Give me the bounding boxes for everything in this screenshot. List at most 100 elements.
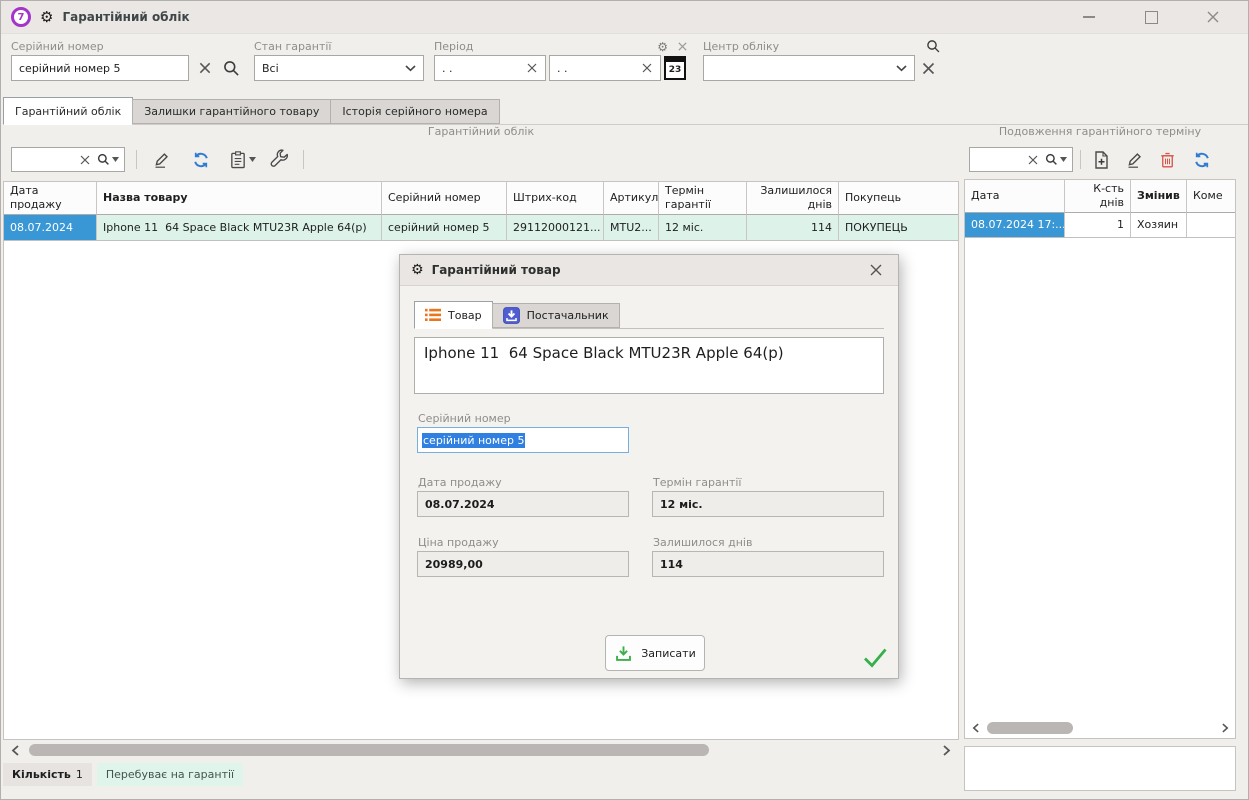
save-icon [614,644,633,663]
cell-barcode[interactable]: 29112000121... [507,215,604,241]
column-header-serial[interactable]: Серійний номер [382,182,507,215]
days-left-value: 114 [660,558,683,571]
cell-buyer[interactable]: ПОКУПЕЦЬ [839,215,958,241]
edit-button[interactable] [148,147,174,173]
center-search-icon[interactable] [926,39,941,54]
dialog-close-button[interactable] [865,259,887,281]
days-left-label: Залишилося днів [653,536,752,549]
cell-sale-date[interactable]: 08.07.2024 [4,215,97,241]
delete-extension-button[interactable] [1154,147,1180,173]
status-bar: Кількість 1 Перебуває на гарантії [3,763,243,786]
cell-comment[interactable] [1187,213,1235,238]
clear-x-icon[interactable] [1027,154,1039,166]
period-from-input[interactable]: . . [434,55,546,81]
warranty-status-text: Перебуває на гарантії [106,768,234,781]
dialog-tab-product[interactable]: Товар [414,301,493,329]
clear-x-icon [198,61,212,75]
tab-label: Історія серійного номера [342,105,487,118]
count-chip: Кількість 1 [3,763,92,786]
extension-panel: Подовження гарантійного терміну [964,125,1236,791]
clear-x-icon [526,62,538,74]
column-header-article[interactable]: Артикул [604,182,659,215]
table-row[interactable]: 08.07.2024 Iphone 11 64 Space Black MTU2… [4,215,958,241]
serial-filter-input[interactable]: серійний номер 5 [11,55,189,81]
column-header-days-count[interactable]: К-сть днів [1065,180,1131,213]
warranty-hscrollbar[interactable] [3,742,959,758]
column-header-comment[interactable]: Коме [1187,180,1235,213]
service-button[interactable] [266,147,292,173]
scrollbar-thumb[interactable] [29,744,709,756]
search-menu-button[interactable] [1045,153,1067,166]
calendar-button[interactable]: 23 [664,56,686,80]
calendar-icon: 23 [666,62,684,78]
cell-term[interactable]: 12 міс. [659,215,747,241]
extension-search-input[interactable] [969,147,1073,172]
report-button[interactable] [226,147,258,173]
add-extension-button[interactable] [1088,147,1114,173]
serial-search-button[interactable] [221,58,241,78]
valid-check-icon [862,647,888,668]
period-clear-icon[interactable] [677,41,688,52]
days-left-field: 114 [652,551,884,577]
save-button[interactable]: Записати [605,635,705,671]
cell-product-name[interactable]: Iphone 11 64 Space Black MTU23R Apple 64… [97,215,382,241]
column-header-term[interactable]: Термін гарантії [659,182,747,215]
column-header-barcode[interactable]: Штрих-код [507,182,604,215]
table-row[interactable]: 08.07.2024 17:... 1 Хозяин [965,213,1235,238]
period-to-value: . . [557,62,568,75]
dialog-tab-supplier[interactable]: Постачальник [492,303,620,328]
center-clear-icon[interactable] [921,61,936,76]
sale-date-label: Дата продажу [418,476,502,489]
column-header-changed-by[interactable]: Змінив [1131,180,1187,213]
tab-serial-history[interactable]: Історія серійного номера [330,99,499,124]
cell-article[interactable]: MTU2... [604,215,659,241]
filter-bar: Серійний номер серійний номер 5 Стан гар… [1,34,1248,96]
tab-warranty-stock[interactable]: Залишки гарантійного товару [132,99,331,124]
tab-warranty-accounting[interactable]: Гарантійний облік [3,97,133,125]
scroll-right-icon[interactable] [939,742,955,758]
column-header-product-name[interactable]: Назва товару [97,182,382,215]
serial-field-input[interactable]: серійний номер 5 [417,427,629,453]
column-header-sale-date[interactable]: Дата продажу [4,182,97,215]
extension-hscrollbar[interactable] [967,719,1233,736]
refresh-extension-button[interactable] [1189,147,1215,173]
title-bar: 7 ⚙ Гарантійний облік [1,1,1248,34]
chevron-down-icon [896,65,907,72]
clear-x-icon[interactable] [79,154,91,166]
app-logo-number: 7 [18,12,25,23]
scroll-left-icon[interactable] [967,720,983,736]
scroll-left-icon[interactable] [7,742,23,758]
cell-days-left[interactable]: 114 [747,215,839,241]
main-tabstrip: Гарантійний облік Залишки гарантійного т… [3,97,1248,125]
edit-extension-button[interactable] [1121,147,1147,173]
cell-date[interactable]: 08.07.2024 17:... [965,213,1065,238]
cell-changed-by[interactable]: Хозяин [1131,213,1187,238]
product-name-field[interactable]: Iphone 11 64 Space Black MTU23R Apple 64… [414,337,884,394]
search-menu-button[interactable] [97,153,119,166]
column-header-buyer[interactable]: Покупець [839,182,958,215]
extension-comment-field[interactable] [964,746,1236,791]
maximize-button[interactable] [1140,6,1162,28]
cell-serial[interactable]: серійний номер 5 [382,215,507,241]
close-button[interactable] [1202,6,1224,28]
warranty-term-field: 12 міс. [652,491,884,517]
refresh-button[interactable] [188,147,214,173]
scroll-right-icon[interactable] [1217,720,1233,736]
serial-clear-button[interactable] [195,58,215,78]
period-to-input[interactable]: . . [549,55,661,81]
search-icon [1045,153,1058,166]
scrollbar-thumb[interactable] [987,722,1073,734]
cell-days-count[interactable]: 1 [1065,213,1131,238]
extension-grid-header: Дата К-сть днів Змінив Коме [965,180,1235,213]
sale-price-field: 20989,00 [417,551,629,577]
center-filter-combo[interactable] [703,55,915,81]
period-settings-icon[interactable]: ⚙ [657,41,668,53]
warranty-toolbar [3,142,959,177]
gear-icon: ⚙ [411,263,424,277]
tab-label: Товар [448,309,482,322]
column-header-days-left[interactable]: Залишилося днів [747,182,839,215]
column-header-date[interactable]: Дата [965,180,1065,213]
state-filter-combo[interactable]: Всі [254,55,424,81]
grid-search-input[interactable] [11,147,125,172]
minimize-button[interactable] [1078,6,1100,28]
